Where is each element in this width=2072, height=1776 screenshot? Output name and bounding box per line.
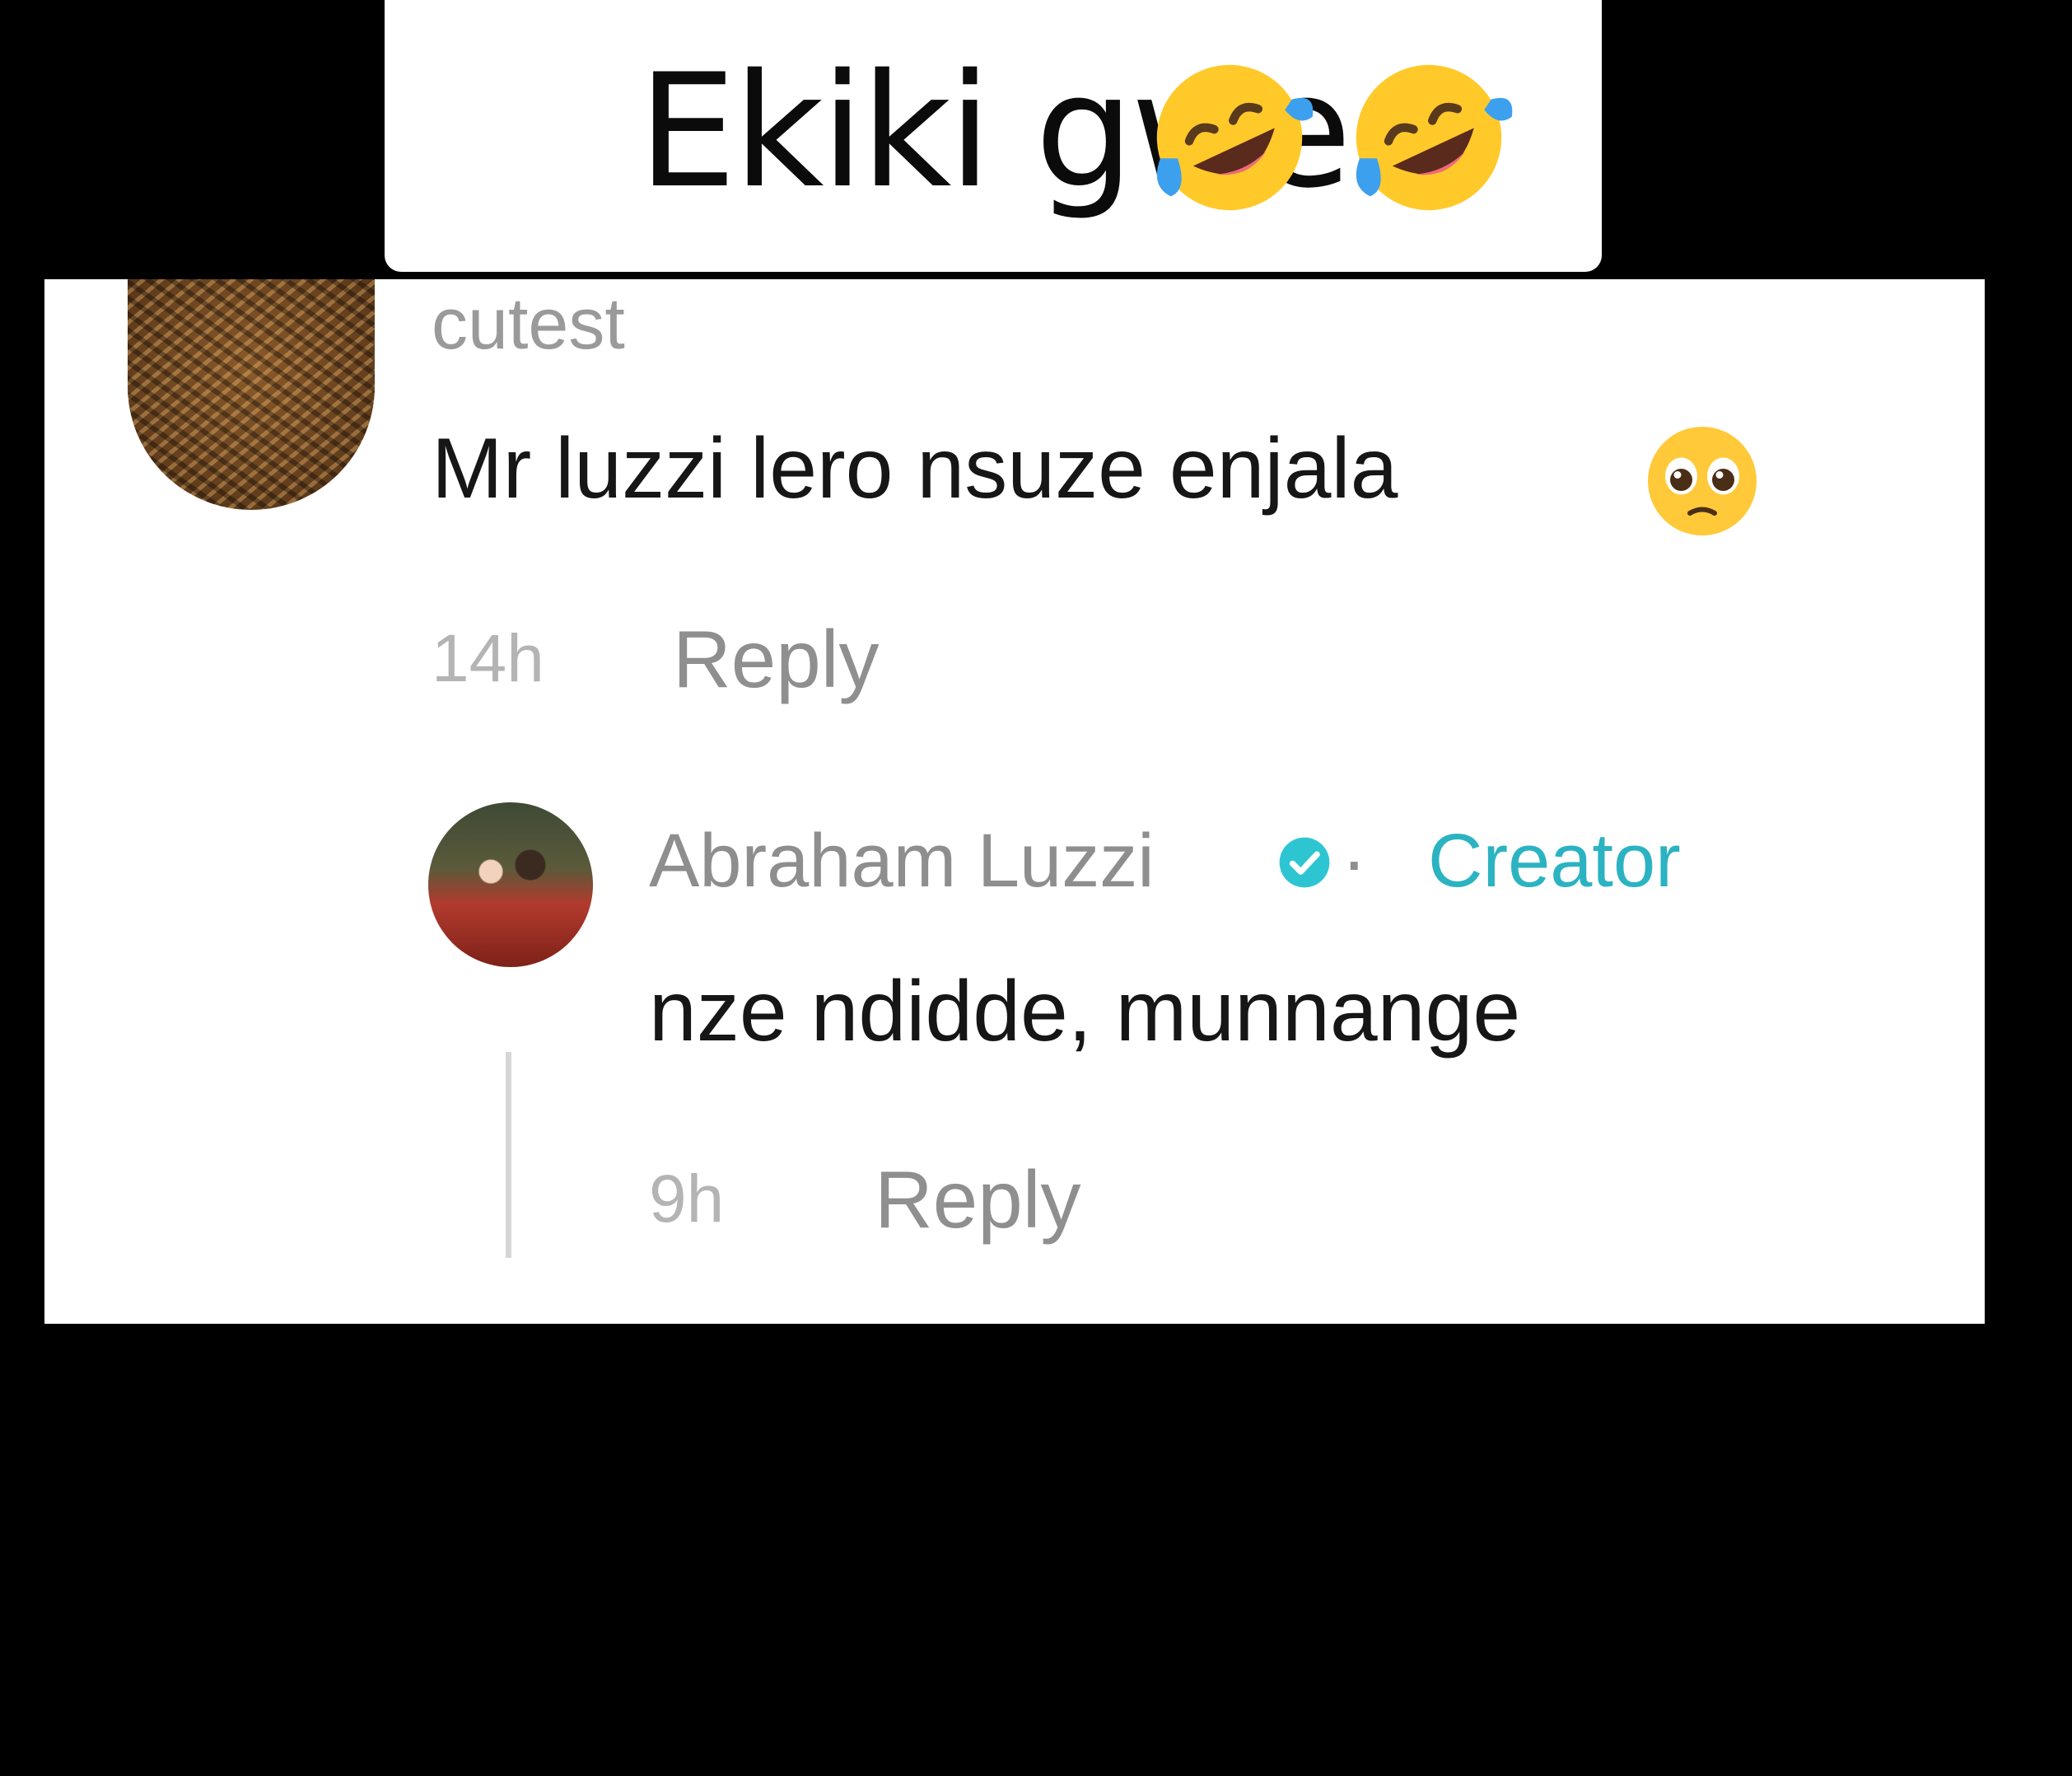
comment-timestamp: 14h <box>432 621 544 696</box>
comment-text: Mr luzzi lero nsuze enjala <box>432 421 1398 516</box>
rolling-laughing-emoji-icon <box>1356 64 1513 211</box>
creator-badge: Creator <box>1428 819 1681 903</box>
reply-button[interactable]: Reply <box>875 1159 1081 1240</box>
pleading-face-emoji-icon <box>1648 427 1757 535</box>
creator-avatar[interactable] <box>428 802 593 967</box>
rolling-laughing-emoji-icon <box>1156 64 1314 211</box>
reply-text: nze ndidde, munnange <box>649 964 1521 1059</box>
verified-badge-icon <box>1279 837 1330 888</box>
separator-dot: · <box>1342 819 1367 903</box>
reply-username[interactable]: Abraham Luzzi <box>649 823 1155 899</box>
reply-button[interactable]: Reply <box>673 619 880 699</box>
commenter-avatar[interactable] <box>128 279 375 510</box>
comment-card: cutest Mr luzzi lero nsuze enjala 14h Re… <box>44 279 1985 1324</box>
commenter-username[interactable]: cutest <box>432 287 625 360</box>
reply-timestamp: 9h <box>649 1161 725 1236</box>
thread-line <box>506 1052 511 1258</box>
